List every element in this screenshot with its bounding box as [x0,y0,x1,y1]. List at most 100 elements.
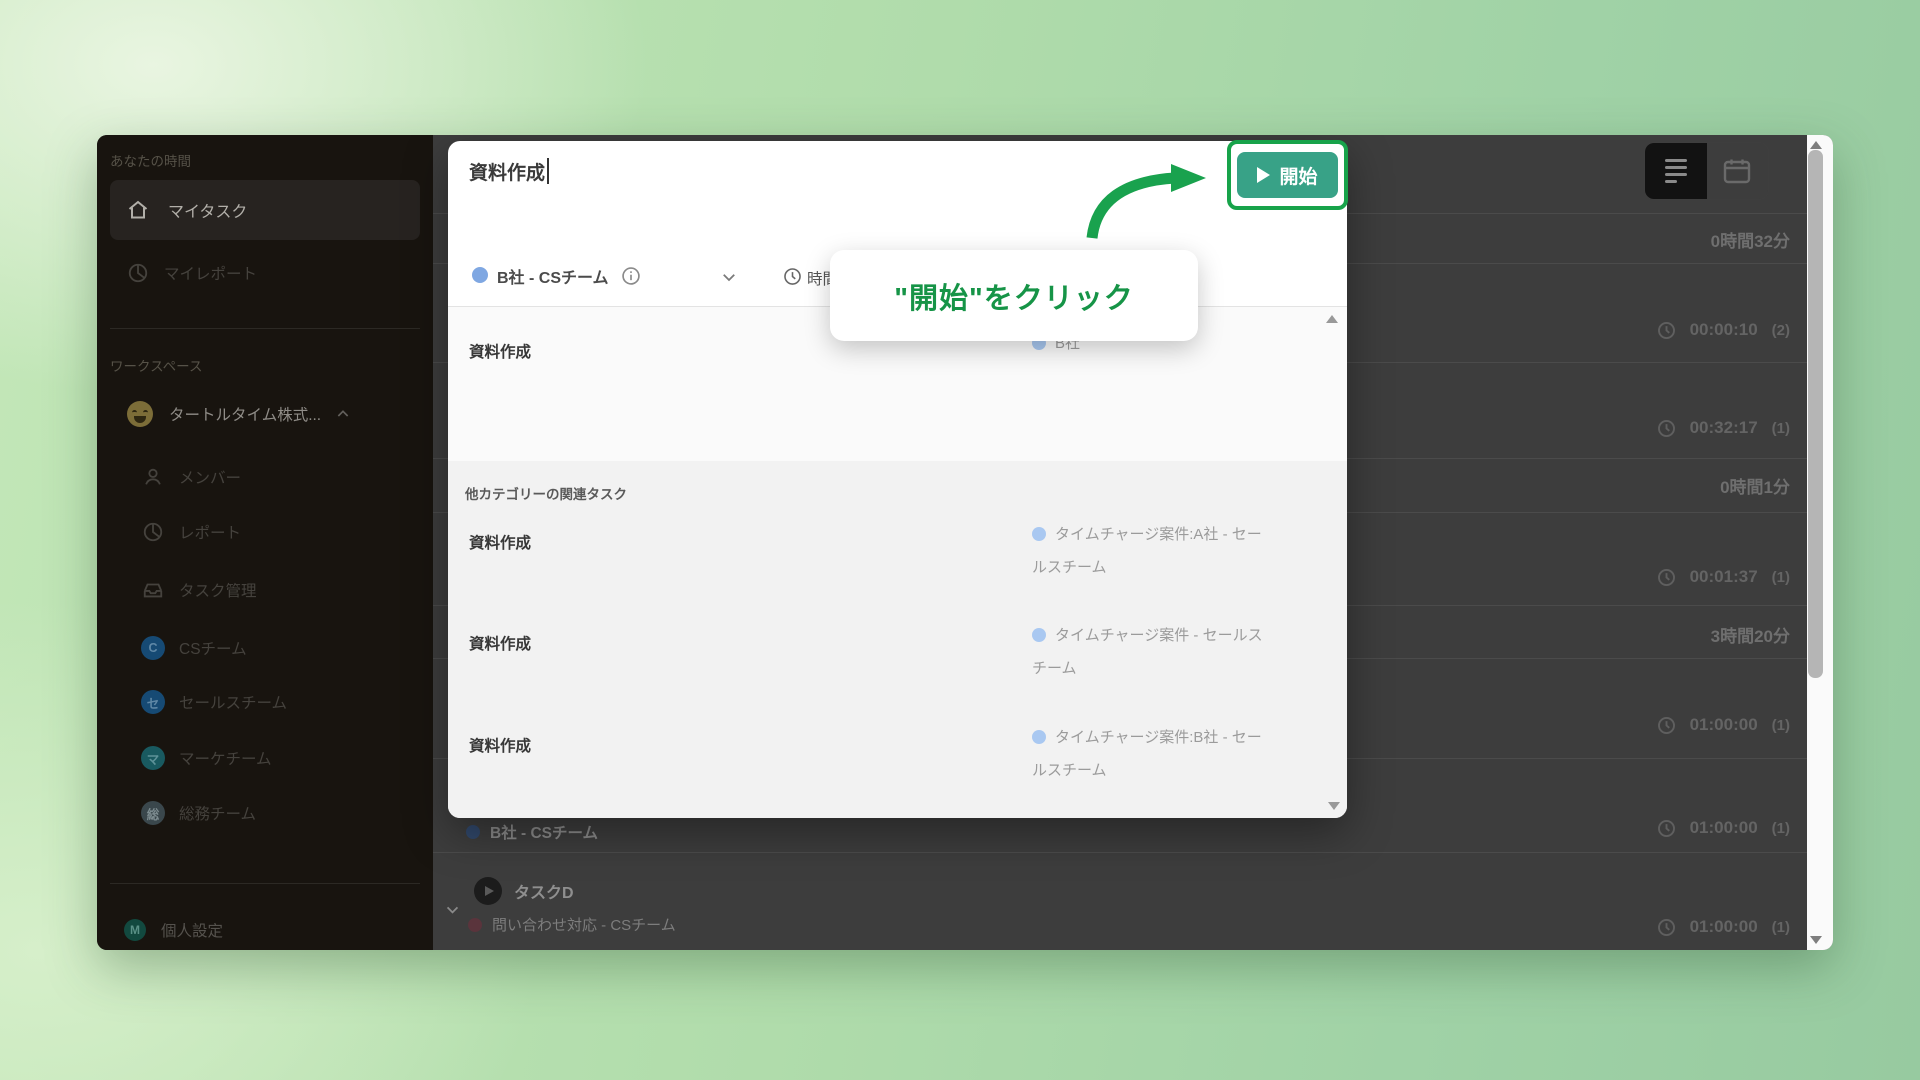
entry-count: (1) [1772,420,1790,437]
entry-count: (1) [1772,820,1790,837]
dropdown-scroll-up-icon[interactable] [1326,315,1338,323]
tooltip-text: "開始"をクリック [894,275,1134,317]
daily-total: 0時間32分 [1711,227,1790,252]
clock-icon [1657,321,1676,340]
suggested-task-title[interactable]: 資料作成 [469,340,531,362]
chevron-down-icon [444,901,461,918]
sidebar-item-label: タスク管理 [179,579,257,601]
list-view-button [1645,143,1707,199]
home-icon [126,198,151,223]
sidebar-section-workspace: ワークスペース [110,355,202,375]
sidebar-divider [110,328,420,329]
task-category-line: B社 - CSチーム [466,821,598,843]
task-time: 00:01:37 [1690,567,1758,587]
calendar-view-button [1707,143,1769,199]
clock-icon [1657,716,1676,735]
suggested-task-title[interactable]: 資料作成 [469,734,531,756]
category-dot [472,267,488,283]
text-caret [547,158,549,184]
tutorial-tooltip: "開始"をクリック [830,250,1198,341]
suggested-task-category[interactable]: タイムチャージ案件 - セールスチーム [1032,619,1267,685]
sidebar-item-label: CSチーム [179,637,247,659]
inbox-icon [141,578,165,602]
category-dot [468,918,482,932]
app-window: あなたの時間 マイタスク マイレポート ワークスペース タートルタイム株式... [97,135,1833,950]
entry-count: (1) [1772,919,1790,936]
sidebar-item-label: マーケチーム [179,747,272,769]
dropdown-scroll-down-icon[interactable] [1328,802,1340,810]
sidebar: あなたの時間 マイタスク マイレポート ワークスペース タートルタイム株式... [97,135,433,950]
task-time-entry: 00:00:10 (2) [1657,320,1790,340]
sidebar-item-label: マイレポート [164,262,257,284]
page-scrollbar[interactable] [1807,135,1833,950]
row-divider [433,852,1807,853]
category-dot [466,825,480,839]
view-toggle-group [1644,142,1769,200]
entry-count: (1) [1772,717,1790,734]
clock-icon [1657,419,1676,438]
sidebar-item-team-marketing: マ マーケチーム [141,746,272,770]
daily-total: 3時間20分 [1711,622,1790,647]
other-category-section: 他カテゴリーの関連タスク 資料作成 タイムチャージ案件:A社 - セールスチーム… [448,461,1347,818]
task-row: タスクD [474,877,574,905]
task-time-entry: 00:32:17 (1) [1657,418,1790,438]
sidebar-item-my-reports: マイレポート [126,261,257,285]
sidebar-item-label: 個人設定 [161,919,223,941]
sidebar-item-label: マイタスク [168,198,247,222]
category-selector[interactable]: B社 - CSチーム [497,264,609,288]
suggested-task-title[interactable]: 資料作成 [469,632,531,654]
task-name-input[interactable]: 資料作成 [469,155,549,187]
chevron-up-icon [335,406,351,422]
sidebar-item-label: 総務チーム [179,802,256,824]
entry-count: (2) [1772,322,1790,339]
entry-count: (1) [1772,569,1790,586]
category-dot [1032,628,1046,642]
sidebar-item-team-sales: セ セールスチーム [141,690,287,714]
pie-chart-icon [141,520,165,544]
team-badge-icon: マ [141,746,165,770]
task-time-entry: 01:00:00 (1) [1657,917,1790,937]
scrollbar-thumb[interactable] [1808,150,1823,678]
sidebar-item-members: メンバー [141,465,241,489]
task-time: 01:00:00 [1690,818,1758,838]
pie-chart-icon [126,261,150,285]
suggested-task-title[interactable]: 資料作成 [469,531,531,553]
team-badge-icon: C [141,636,165,660]
sidebar-divider [110,883,420,884]
sidebar-item-reports: レポート [141,520,241,544]
category-dot [1032,730,1046,744]
task-time-entry: 01:00:00 (1) [1657,715,1790,735]
category-dot [1032,527,1046,541]
suggested-task-category[interactable]: タイムチャージ案件:B社 - セールスチーム [1032,721,1267,787]
clock-icon [1657,918,1676,937]
sidebar-item-my-tasks: マイタスク [110,180,420,240]
team-badge-icon: セ [141,690,165,714]
list-view-icon [1665,159,1687,183]
start-button[interactable]: 開始 [1237,152,1338,198]
new-task-dialog: 資料作成 B社 - CSチーム 時間 資料作成 B社 このカテゴリーのタスクは以… [448,141,1347,818]
clock-icon [1657,568,1676,587]
sidebar-workspace-switcher: タートルタイム株式... [127,401,351,427]
sidebar-item-label: メンバー [179,466,241,488]
start-button-highlight: 開始 [1227,140,1348,210]
clock-icon [1657,819,1676,838]
task-category-line: 問い合わせ対応 - CSチーム [468,914,676,935]
scroll-down-arrow[interactable] [1810,936,1822,944]
sidebar-item-team-general-affairs: 総 総務チーム [141,801,256,825]
clock-icon [783,267,802,286]
info-icon[interactable] [621,266,641,286]
sidebar-section-your-time: あなたの時間 [110,150,191,170]
calendar-icon [1723,158,1751,184]
chevron-down-icon[interactable] [720,268,738,286]
daily-total: 0時間1分 [1720,473,1790,498]
sidebar-item-personal-settings: M 個人設定 [123,918,223,942]
team-badge-icon: 総 [141,801,165,825]
task-time-entry: 00:01:37 (1) [1657,567,1790,587]
play-icon [474,877,502,905]
scroll-up-arrow[interactable] [1810,141,1822,149]
task-time: 01:00:00 [1690,917,1758,937]
task-time: 00:00:10 [1690,320,1758,340]
workspace-emoji-icon [127,401,153,427]
suggested-task-category[interactable]: タイムチャージ案件:A社 - セールスチーム [1032,518,1267,584]
task-time: 01:00:00 [1690,715,1758,735]
